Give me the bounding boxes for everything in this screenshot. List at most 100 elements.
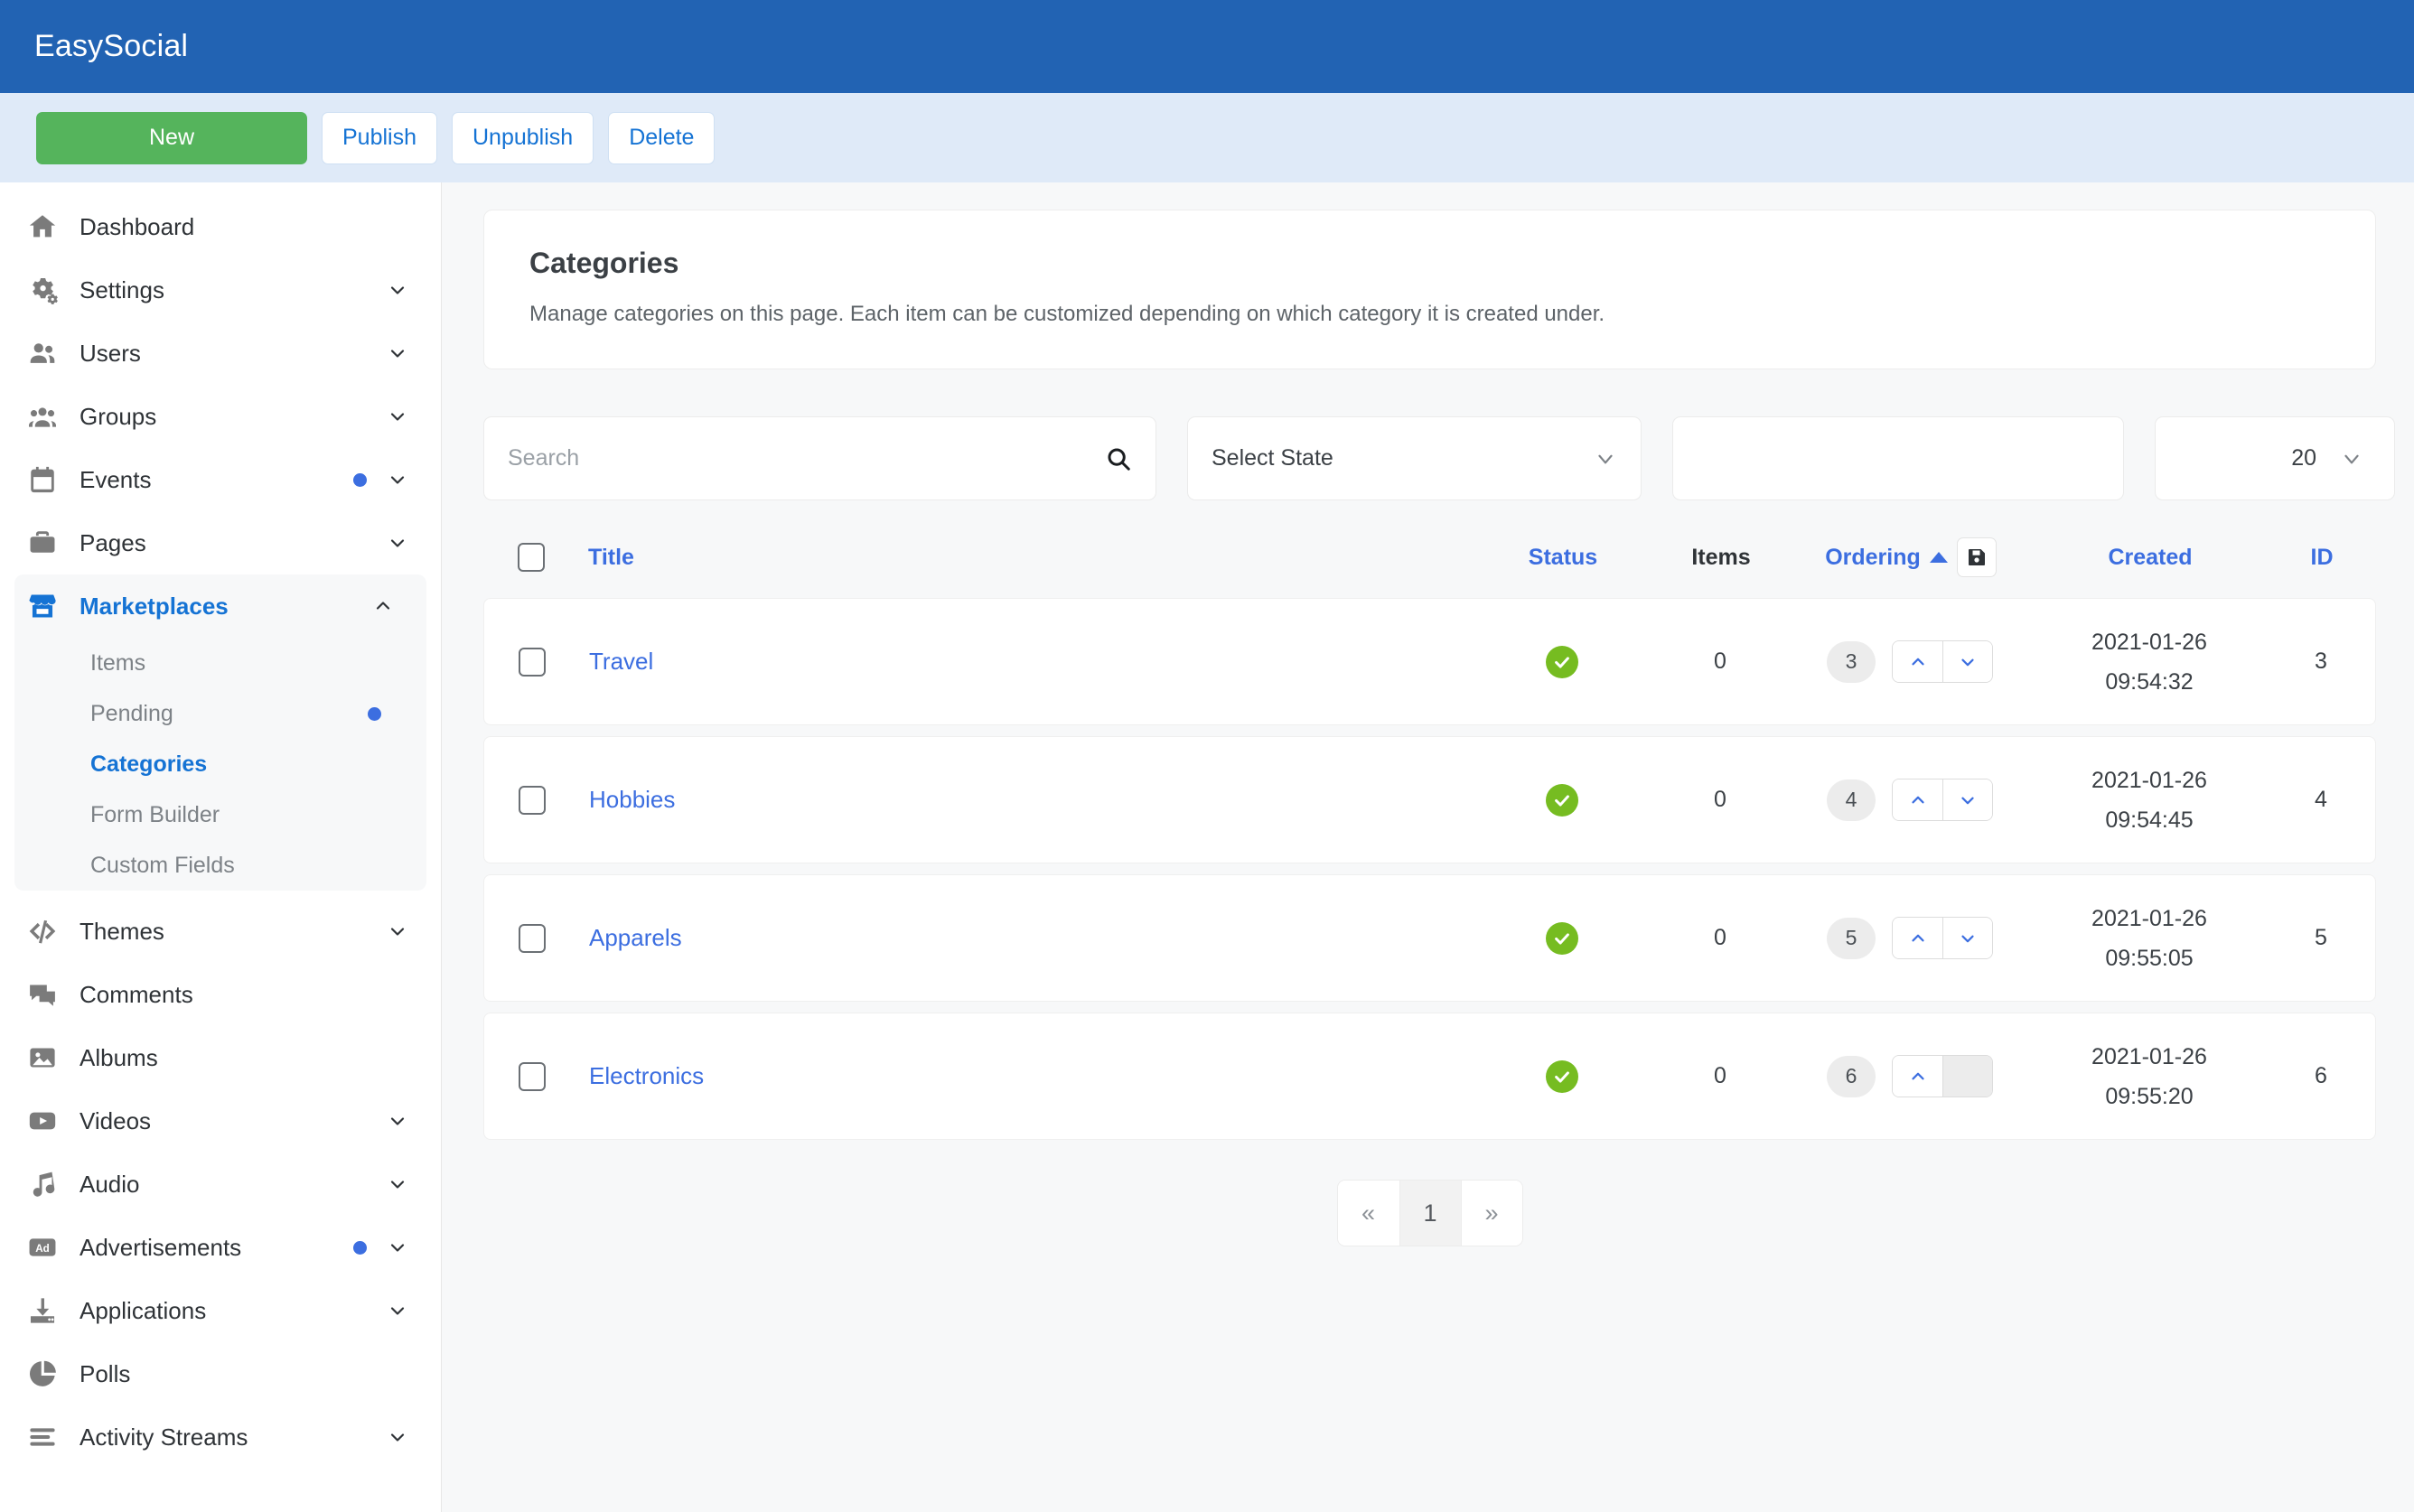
app-title: EasySocial bbox=[34, 29, 189, 63]
status-published-icon[interactable] bbox=[1546, 645, 1578, 678]
action-toolbar: New Publish Unpublish Delete bbox=[0, 93, 2414, 182]
chevron-down-icon bbox=[1594, 447, 1617, 471]
sidebar-item-events[interactable]: Events bbox=[0, 448, 441, 511]
limit-select[interactable]: 20 bbox=[2155, 416, 2395, 500]
row-checkbox[interactable] bbox=[519, 1061, 546, 1091]
sidebar-subitem-label: Pending bbox=[90, 700, 173, 726]
ad-icon: Ad bbox=[27, 1232, 65, 1263]
cell-title: Apparels bbox=[589, 924, 1472, 952]
cell-created: 2021-01-26 09:55:20 bbox=[2032, 1037, 2267, 1116]
move-up-button[interactable] bbox=[1893, 1056, 1942, 1097]
row-checkbox[interactable] bbox=[519, 785, 546, 815]
chevron-down-icon[interactable] bbox=[387, 1300, 408, 1321]
svg-text:Ad: Ad bbox=[35, 1243, 49, 1255]
chevron-down-icon[interactable] bbox=[387, 1110, 408, 1132]
search-input[interactable] bbox=[508, 445, 1105, 471]
ordering-value: 3 bbox=[1827, 640, 1876, 683]
sort-ascending-icon bbox=[1929, 552, 1948, 563]
category-title-link[interactable]: Electronics bbox=[589, 1062, 704, 1089]
items-count: 0 bbox=[1714, 1063, 1726, 1088]
pagination-page[interactable]: 1 bbox=[1399, 1181, 1461, 1246]
column-header-id[interactable]: ID bbox=[2311, 545, 2334, 570]
save-ordering-button[interactable] bbox=[1956, 537, 1997, 577]
row-select-cell bbox=[484, 923, 589, 953]
state-select-value: Select State bbox=[1212, 445, 1333, 471]
state-select[interactable]: Select State bbox=[1187, 416, 1642, 500]
status-published-icon[interactable] bbox=[1546, 783, 1578, 817]
sidebar-item-albums[interactable]: Albums bbox=[0, 1026, 441, 1089]
sidebar-subitem-custom-fields[interactable]: Custom Fields bbox=[14, 840, 426, 891]
pagination-last[interactable]: » bbox=[1460, 1181, 1522, 1246]
category-filter-select[interactable] bbox=[1672, 416, 2124, 500]
sidebar-subitem-form-builder[interactable]: Form Builder bbox=[14, 789, 426, 840]
sidebar-item-groups[interactable]: Groups bbox=[0, 385, 441, 448]
chevron-down-icon[interactable] bbox=[387, 469, 408, 490]
column-header-created[interactable]: Created bbox=[2108, 545, 2192, 570]
chevron-down-icon[interactable] bbox=[387, 342, 408, 364]
category-title-link[interactable]: Apparels bbox=[589, 924, 682, 951]
page-description: Manage categories on this page. Each ite… bbox=[529, 302, 1605, 326]
select-all-checkbox[interactable] bbox=[518, 543, 545, 572]
sidebar-item-themes[interactable]: Themes bbox=[0, 900, 441, 963]
sidebar-item-videos[interactable]: Videos bbox=[0, 1089, 441, 1153]
delete-button[interactable]: Delete bbox=[608, 111, 716, 164]
move-up-button[interactable] bbox=[1893, 641, 1942, 682]
sidebar-item-comments[interactable]: Comments bbox=[0, 963, 441, 1026]
sidebar-item-applications[interactable]: Applications bbox=[0, 1279, 441, 1342]
move-down-button[interactable] bbox=[1942, 779, 1992, 820]
sidebar-item-users[interactable]: Users bbox=[0, 322, 441, 385]
column-header-title[interactable]: Title bbox=[588, 545, 634, 570]
notification-dot bbox=[353, 1240, 367, 1255]
sidebar-item-label: Groups bbox=[80, 402, 157, 430]
search-field-wrapper[interactable] bbox=[483, 416, 1156, 500]
chevron-up-icon[interactable] bbox=[372, 595, 394, 617]
publish-button[interactable]: Publish bbox=[322, 111, 437, 164]
chevron-down-icon[interactable] bbox=[387, 1237, 408, 1258]
users-icon bbox=[27, 338, 65, 369]
pagination-first[interactable]: « bbox=[1337, 1181, 1399, 1246]
sidebar-item-label: Events bbox=[80, 465, 152, 493]
limit-select-value: 20 bbox=[2291, 445, 2316, 471]
sidebar-item-polls[interactable]: Polls bbox=[0, 1342, 441, 1405]
new-button[interactable]: New bbox=[36, 111, 307, 164]
row-checkbox[interactable] bbox=[519, 647, 546, 677]
move-up-button[interactable] bbox=[1893, 779, 1942, 820]
sidebar-subitem-pending[interactable]: Pending bbox=[14, 688, 426, 739]
category-title-link[interactable]: Travel bbox=[589, 648, 653, 675]
cell-id: 5 bbox=[2267, 925, 2375, 951]
ordering-buttons bbox=[1892, 1055, 1993, 1097]
sidebar-subitem-categories[interactable]: Categories bbox=[14, 739, 426, 789]
move-up-button[interactable] bbox=[1893, 918, 1942, 958]
chevron-down-icon[interactable] bbox=[387, 406, 408, 427]
sidebar-item-advertisements[interactable]: Ad Advertisements bbox=[0, 1216, 441, 1279]
unpublish-button[interactable]: Unpublish bbox=[452, 111, 594, 164]
move-down-button[interactable] bbox=[1942, 641, 1992, 682]
column-header-status[interactable]: Status bbox=[1529, 545, 1597, 571]
chevron-down-icon[interactable] bbox=[387, 920, 408, 942]
row-checkbox[interactable] bbox=[519, 923, 546, 953]
row-select-cell bbox=[484, 647, 589, 677]
chevron-down-icon[interactable] bbox=[387, 532, 408, 554]
sidebar-item-label: Advertisements bbox=[80, 1233, 242, 1261]
sidebar-item-label: Users bbox=[80, 339, 141, 367]
sidebar-item-audio[interactable]: Audio bbox=[0, 1153, 441, 1216]
status-published-icon[interactable] bbox=[1546, 921, 1578, 955]
sidebar-item-activity-streams[interactable]: Activity Streams bbox=[0, 1405, 441, 1469]
sidebar-item-pages[interactable]: Pages bbox=[0, 511, 441, 574]
sidebar-item-settings[interactable]: Settings bbox=[0, 258, 441, 322]
column-header-ordering[interactable]: Ordering bbox=[1825, 545, 1921, 571]
cell-status bbox=[1472, 645, 1652, 678]
row-id: 3 bbox=[2315, 649, 2327, 674]
category-title-link[interactable]: Hobbies bbox=[589, 786, 675, 813]
sidebar-item-dashboard[interactable]: Dashboard bbox=[0, 195, 441, 258]
table-row: Travel 0 3 2021-01-26 09:54:32 3 bbox=[483, 598, 2376, 725]
chevron-down-icon[interactable] bbox=[387, 279, 408, 301]
search-icon[interactable] bbox=[1105, 445, 1132, 472]
move-down-button[interactable] bbox=[1942, 918, 1992, 958]
sidebar-subitem-items[interactable]: Items bbox=[14, 638, 426, 688]
status-published-icon[interactable] bbox=[1546, 1059, 1578, 1093]
chevron-down-icon[interactable] bbox=[387, 1173, 408, 1195]
chevron-down-icon[interactable] bbox=[387, 1426, 408, 1448]
row-id: 6 bbox=[2315, 1063, 2327, 1088]
sidebar-item-marketplaces[interactable]: Marketplaces bbox=[14, 574, 426, 638]
